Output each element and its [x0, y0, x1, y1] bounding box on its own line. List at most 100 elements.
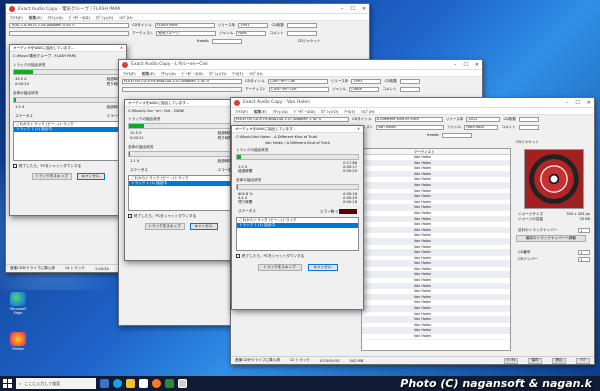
clear-button[interactable]: ｸﾘｱ — [576, 357, 590, 364]
cd-title-input[interactable]: L'Arc~en~Ciel — [267, 78, 328, 84]
desktop-icon-firefox[interactable]: Firefox — [6, 332, 30, 351]
menu-help[interactable]: ﾍﾙﾌﾟ(H) — [361, 109, 374, 114]
title-bar[interactable]: Exact Audio Copy - 電気グルーヴ / FLASH PAPA –… — [6, 4, 369, 14]
minimize-icon[interactable]: – — [341, 6, 344, 12]
maximize-icon[interactable]: ☐ — [463, 62, 467, 68]
menu-options[interactable]: ｵﾌﾟｼｮﾝ(O) — [96, 15, 113, 20]
skip-track-button[interactable]: トラックをスキップ — [257, 263, 302, 271]
skip-track-button[interactable]: トラックをスキップ — [31, 173, 72, 180]
drive-select[interactable]: PLEXTOR CD-R PX-W4824A 1.07 Adapter: 2 I… — [122, 78, 242, 84]
cancel-bottom-button[interactable]: ｷｬﾝｾﾙ — [504, 357, 518, 364]
menu-action[interactable]: ｱｸｼｮﾝ(A) — [273, 109, 288, 114]
extract-dialog-1[interactable]: オーディオをWAVに抽出しています... ✕ C:\Music\電気グルーヴ -… — [9, 44, 127, 216]
track-row[interactable]: Van Halen — [362, 334, 510, 340]
menu-help[interactable]: ﾍﾙﾌﾟ(H) — [249, 71, 262, 76]
close-icon[interactable]: ✕ — [120, 46, 123, 50]
load-button[interactable]: 読込 — [552, 357, 566, 364]
menu-database[interactable]: ﾃﾞｰﾀﾍﾞｰｽ(D) — [294, 109, 315, 114]
menu-file[interactable]: ﾌｧｲﾙ(F) — [10, 15, 23, 20]
save-button[interactable]: 保存 — [528, 357, 542, 364]
explorer-taskbar-icon[interactable] — [126, 379, 135, 388]
cd-number-input[interactable] — [518, 116, 539, 122]
comment-input[interactable] — [286, 30, 317, 36]
track-list[interactable]: これからトラック (ピー...)トラック トラック 1 (1) 抽出中 — [236, 216, 359, 251]
track-list[interactable]: これからトラック (ピー...)トラック トラック 1 (1) 抽出中 — [128, 175, 234, 211]
skip-track-button[interactable]: トラックをスキップ — [144, 223, 185, 230]
cd-number-input[interactable] — [286, 22, 317, 28]
menu-edit[interactable]: 編集(E) — [254, 109, 267, 114]
menu-tools[interactable]: ﾂｰﾙ(T) — [232, 71, 243, 76]
extract-dialog-3[interactable]: オーディオをWAVに抽出しています... ✕ C:\Music\Van Hale… — [231, 125, 364, 310]
menu-edit[interactable]: 編集(E) — [29, 15, 42, 20]
shutdown-checkbox-row[interactable]: 終了したら、PCをシャットダウンする — [128, 214, 234, 219]
menu-file[interactable]: ﾌｧｲﾙ(F) — [235, 109, 248, 114]
edge-taskbar-icon[interactable] — [113, 379, 122, 388]
first-track-number-button[interactable]: 最初のトラックナンバーへ移動 — [516, 235, 586, 242]
shutdown-checkbox[interactable] — [13, 164, 17, 168]
artist-input[interactable]: 電気グルーヴ — [156, 30, 217, 36]
minimize-icon[interactable]: – — [566, 100, 569, 106]
drive-select[interactable]: TEAC CD-R57S 1.0A Adapter: 0 ID: 0 — [9, 22, 129, 28]
year-input[interactable]: 2012 — [466, 116, 501, 122]
artist-input[interactable]: Van Halen — [376, 124, 445, 130]
app-taskbar-icon[interactable] — [165, 379, 174, 388]
comment-input[interactable] — [399, 86, 420, 92]
track-count-input[interactable]: 1 — [578, 228, 590, 233]
maximize-icon[interactable]: ☐ — [350, 6, 354, 12]
cancel-button[interactable]: キャンセル — [76, 173, 105, 180]
year-input[interactable]: 1993 — [351, 78, 382, 84]
task-view-icon[interactable] — [100, 379, 109, 388]
shutdown-checkbox[interactable] — [128, 214, 132, 218]
drive-select[interactable]: PLEXTOR CD-R PX-W4824A 1.07 Adapter: 2 I… — [234, 116, 349, 122]
close-icon[interactable]: ✕ — [357, 127, 360, 131]
title-bar[interactable]: Exact Audio Copy - L'Arc~en~Ciel – ☐ ✕ — [119, 60, 482, 70]
year-input[interactable]: 1991 — [238, 22, 269, 28]
shutdown-checkbox-row[interactable]: 終了したら、PCをシャットダウンする — [13, 164, 123, 169]
close-icon[interactable]: ✕ — [475, 62, 479, 68]
maximize-icon[interactable]: ☐ — [575, 100, 579, 106]
track-list-item-selected[interactable]: トラック 1 (1) 抽出中 — [14, 127, 122, 132]
windows-start-icon[interactable] — [3, 379, 12, 388]
cancel-button[interactable]: キャンセル — [307, 263, 338, 271]
menu-options[interactable]: ｵﾌﾟｼｮﾝ(O) — [321, 109, 338, 114]
menu-options[interactable]: ｵﾌﾟｼｮﾝ(O) — [209, 71, 226, 76]
cd-number-input[interactable] — [399, 78, 420, 84]
cd-title-input[interactable]: FLASH PAPA — [154, 22, 215, 28]
genre-select[interactable]: J-Rock — [349, 86, 380, 92]
menu-database[interactable]: ﾃﾞｰﾀﾍﾞｰｽ(D) — [69, 15, 90, 20]
firefox-taskbar-icon[interactable] — [152, 379, 161, 388]
menu-edit[interactable]: 編集(E) — [142, 71, 155, 76]
menu-file[interactable]: ﾌｧｲﾙ(F) — [123, 71, 136, 76]
track-list-item-selected[interactable]: トラック 1 (1) 抽出中 — [237, 222, 358, 228]
menu-database[interactable]: ﾃﾞｰﾀﾍﾞｰｽ(D) — [182, 71, 203, 76]
cd-title-input[interactable]: A Different Kind of Truth — [374, 116, 443, 122]
store-taskbar-icon[interactable] — [139, 379, 148, 388]
cd-no-input[interactable]: 1 — [578, 250, 590, 255]
menu-action[interactable]: ｱｸｼｮﾝ(A) — [161, 71, 176, 76]
title-bar[interactable]: Exact Audio Copy - Van Halen – ☐ ✕ — [231, 98, 594, 108]
menu-action[interactable]: ｱｸｼｮﾝ(A) — [48, 15, 63, 20]
cd-total-input[interactable]: 1 — [578, 257, 590, 262]
minimize-icon[interactable]: – — [454, 62, 457, 68]
shutdown-checkbox-row[interactable]: 終了したら、PCをシャットダウンする — [236, 253, 359, 259]
freedb-select[interactable] — [441, 132, 472, 138]
artist-input[interactable]: L'Arc~en~Ciel — [269, 86, 330, 92]
track-list-item-selected[interactable]: トラック 1 (1) 抽出中 — [129, 181, 233, 186]
shutdown-checkbox[interactable] — [236, 253, 240, 258]
close-icon[interactable]: ✕ — [587, 100, 591, 106]
track-list[interactable]: これからトラック (ピー...)トラック トラック 1 (1) 抽出中 — [13, 121, 123, 161]
track-grid[interactable]: アーティスト Van Halen Van Halen Van Halen Van Ha… — [361, 148, 511, 351]
album-art[interactable] — [524, 149, 584, 209]
extract-dialog-2[interactable]: オーディオをWAVに抽出しています... ✕ C:\Music\L'Arc~en… — [124, 99, 238, 261]
freedb-select[interactable] — [211, 38, 242, 44]
comment-input[interactable] — [518, 124, 539, 130]
taskbar-search[interactable]: ⌕ ここに入力して検索 — [16, 378, 96, 389]
cancel-button[interactable]: キャンセル — [189, 223, 218, 230]
genre-select[interactable]: Hard Rock — [464, 124, 499, 130]
desktop-icon-edge[interactable]: Microsoft Edge — [6, 292, 30, 315]
menu-help[interactable]: ﾍﾙﾌﾟ(H) — [119, 15, 132, 20]
eac-taskbar-icon[interactable] — [178, 379, 187, 388]
menu-tools[interactable]: ﾂｰﾙ(T) — [344, 109, 355, 114]
genre-select[interactable]: Rock — [236, 30, 267, 36]
close-icon[interactable]: ✕ — [362, 6, 366, 12]
